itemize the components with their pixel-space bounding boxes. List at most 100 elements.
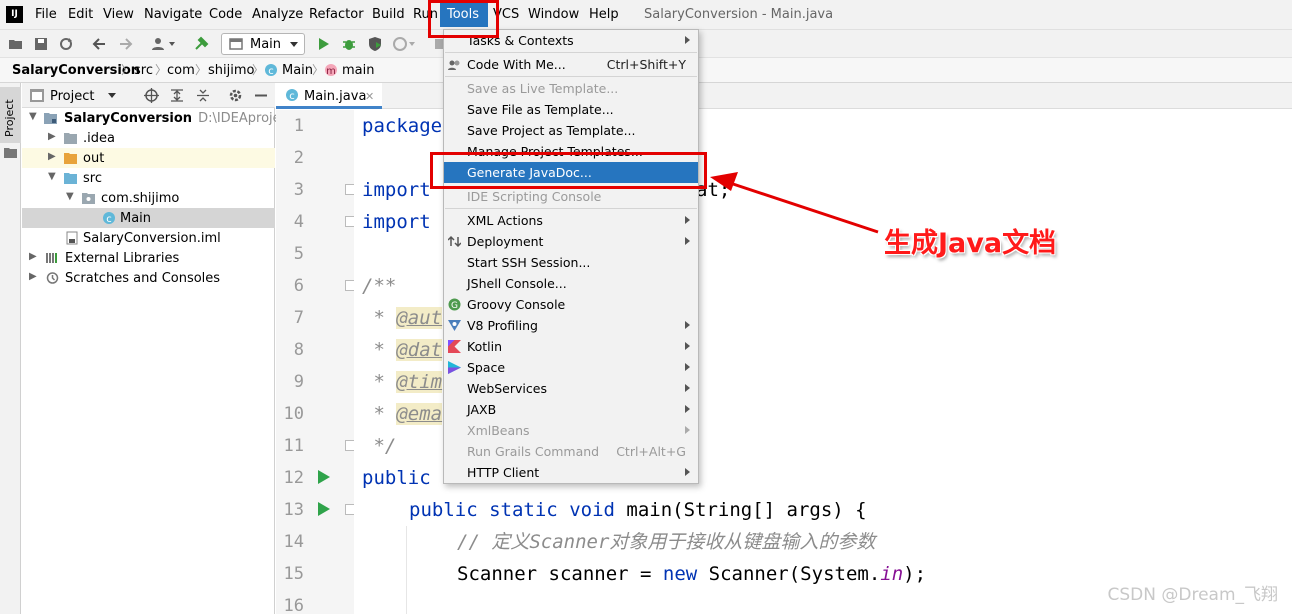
module-folder-icon: [44, 113, 57, 124]
code-line-11: */: [362, 435, 397, 457]
tool-window-strip: Project: [0, 83, 21, 614]
breadcrumb-main-class[interactable]: Main: [282, 62, 313, 79]
menu-item-xmlbeans: XmlBeans: [444, 420, 698, 441]
folder-icon: [64, 133, 77, 144]
intellij-logo-icon: IJ: [6, 6, 23, 23]
coverage-shield-icon[interactable]: [367, 36, 383, 52]
code-with-me-icon: [448, 60, 460, 70]
breadcrumb-shijimo[interactable]: shijimo: [208, 62, 254, 79]
class-icon: c: [265, 64, 277, 77]
tree-item-label: Scratches and Consoles: [65, 271, 221, 286]
chevron-down-icon[interactable]: ▼: [29, 111, 37, 122]
save-icon[interactable]: [33, 36, 49, 52]
menu-item-ide-scripting-console: IDE Scripting Console: [467, 189, 602, 204]
run-gutter-icon[interactable]: [318, 470, 330, 484]
menu-navigate[interactable]: Navigate: [144, 6, 202, 23]
menu-refactor[interactable]: Refactor: [309, 6, 364, 23]
menu-help[interactable]: Help: [589, 6, 619, 23]
close-icon[interactable]: ✕: [365, 88, 374, 105]
tree-item-label: External Libraries: [65, 251, 180, 266]
chevron-right-icon: 〉: [252, 63, 265, 77]
groovy-icon: G: [448, 298, 461, 311]
build-hammer-icon[interactable]: [193, 36, 209, 52]
menu-item-v8-profiling[interactable]: V8 Profiling: [444, 315, 698, 336]
tree-item-label: SalaryConversion.iml: [83, 231, 221, 246]
project-view-icon: [30, 89, 44, 102]
tree-item-idea[interactable]: ▶ .idea: [22, 128, 275, 148]
code-line-12: public: [362, 467, 431, 489]
menu-item-jshell-console[interactable]: JShell Console...: [444, 273, 698, 294]
menu-item-code-with-me[interactable]: Code With Me... Ctrl+Shift+Y: [444, 54, 698, 75]
menu-item-xml-actions[interactable]: XML Actions: [444, 210, 698, 231]
debug-bug-icon[interactable]: [341, 36, 357, 52]
menu-item-deployment[interactable]: Deployment: [444, 231, 698, 252]
breadcrumb-main-method[interactable]: main: [342, 62, 374, 79]
menu-view[interactable]: View: [103, 6, 134, 23]
menu-file[interactable]: File: [35, 6, 57, 23]
breadcrumb-src[interactable]: src: [134, 62, 153, 79]
collapse-all-icon[interactable]: [196, 88, 210, 103]
menu-item-save-file-template[interactable]: Save File as Template...: [444, 99, 698, 120]
tree-item-src[interactable]: ▼ src: [22, 168, 275, 188]
locate-target-icon[interactable]: [144, 88, 159, 103]
code-line-13: public static void main(String[] args) {: [409, 499, 867, 521]
menu-item-webservices[interactable]: WebServices: [444, 378, 698, 399]
chevron-right-icon[interactable]: ▶: [48, 151, 56, 162]
chevron-right-icon[interactable]: ▶: [48, 131, 56, 142]
line-number: 4: [293, 212, 304, 232]
menu-item-http-client[interactable]: HTTP Client: [444, 462, 698, 483]
menu-window[interactable]: Window: [528, 6, 579, 23]
project-tool-window-button[interactable]: Project: [0, 87, 21, 143]
tree-item-package[interactable]: ▼ com.shijimo: [22, 188, 275, 208]
menu-analyze[interactable]: Analyze: [252, 6, 303, 23]
menu-item-groovy-console[interactable]: G Groovy Console: [444, 294, 698, 315]
menu-code[interactable]: Code: [209, 6, 242, 23]
submenu-arrow-icon: [685, 363, 690, 371]
back-arrow-icon[interactable]: [91, 36, 107, 52]
submenu-arrow-icon: [685, 468, 690, 476]
menu-item-jaxb[interactable]: JAXB: [444, 399, 698, 420]
tree-item-out[interactable]: ▶ out: [22, 148, 275, 168]
chevron-right-icon[interactable]: ▶: [29, 271, 37, 282]
line-number: 5: [293, 244, 304, 264]
profiler-icon[interactable]: [392, 36, 416, 52]
window-title: SalaryConversion - Main.java: [644, 7, 834, 22]
submenu-arrow-icon: [685, 405, 690, 413]
chevron-down-icon[interactable]: [108, 93, 116, 98]
menu-item-space[interactable]: Space: [444, 357, 698, 378]
tree-item-iml[interactable]: SalaryConversion.iml: [22, 228, 275, 248]
menu-item-kotlin[interactable]: Kotlin: [444, 336, 698, 357]
tree-item-project-root[interactable]: ▼ SalaryConversion D:\IDEAproject\S: [22, 108, 306, 128]
excluded-folder-icon: [64, 153, 77, 164]
line-number: 3: [293, 180, 304, 200]
run-gutter-icon[interactable]: [318, 502, 330, 516]
app-config-icon: [229, 38, 243, 50]
run-configuration-select[interactable]: Main: [221, 33, 305, 55]
tree-item-main[interactable]: c Main: [22, 208, 275, 228]
tab-main-java[interactable]: c Main.java ✕: [276, 83, 382, 109]
gear-icon[interactable]: [228, 88, 243, 103]
hide-panel-icon[interactable]: [254, 88, 268, 103]
forward-arrow-icon[interactable]: [118, 36, 134, 52]
user-account-icon[interactable]: [151, 36, 177, 52]
expand-all-icon[interactable]: [170, 88, 184, 103]
run-configuration-label: Main: [250, 37, 282, 52]
project-view-selector[interactable]: Project: [50, 88, 94, 105]
menu-item-save-project-template[interactable]: Save Project as Template...: [444, 120, 698, 141]
line-number: 2: [293, 148, 304, 168]
menu-build[interactable]: Build: [372, 6, 405, 23]
tree-item-scratches[interactable]: ▶ Scratches and Consoles: [22, 268, 275, 288]
tree-item-label: .idea: [83, 131, 115, 146]
project-panel-header: Project: [22, 83, 275, 108]
sync-icon[interactable]: [58, 36, 74, 52]
svg-text:m: m: [326, 66, 336, 77]
breadcrumb-com[interactable]: com: [167, 62, 195, 79]
chevron-down-icon[interactable]: ▼: [66, 191, 74, 202]
run-icon[interactable]: [315, 36, 331, 52]
menu-item-start-ssh-session[interactable]: Start SSH Session...: [444, 252, 698, 273]
menu-edit[interactable]: Edit: [68, 6, 93, 23]
tree-item-external-libraries[interactable]: ▶ External Libraries: [22, 248, 275, 268]
chevron-down-icon[interactable]: ▼: [48, 171, 56, 182]
open-folder-icon[interactable]: [8, 36, 24, 52]
chevron-right-icon[interactable]: ▶: [29, 251, 37, 262]
